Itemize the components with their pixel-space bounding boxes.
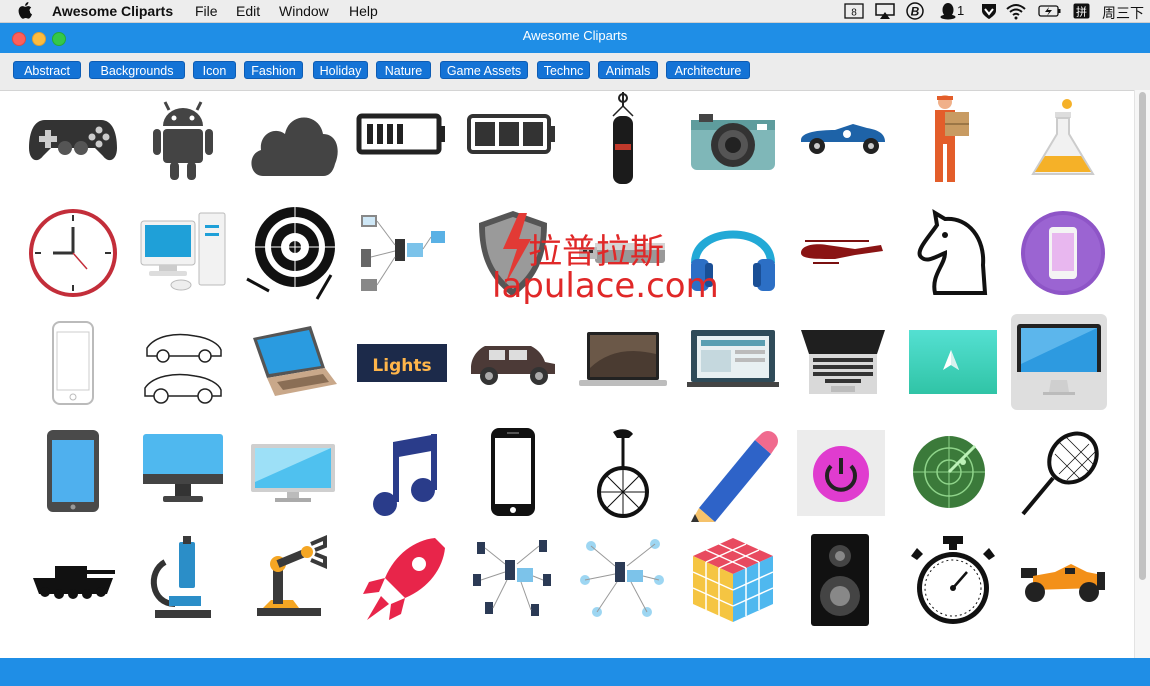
paper-plane-icon[interactable]: [905, 318, 1001, 414]
laptop-icon[interactable]: [245, 318, 341, 414]
cars-sketch-icon[interactable]: [135, 318, 231, 414]
input-method-label: 拼: [1076, 5, 1087, 19]
scrollbar-thumb[interactable]: [1139, 92, 1146, 580]
watermark-url-text: lapulace.com: [492, 266, 719, 306]
battery-low-icon[interactable]: [355, 90, 451, 186]
tank-icon[interactable]: [25, 534, 121, 630]
category-holiday[interactable]: Holiday: [313, 61, 368, 79]
window-title: Awesome Cliparts: [522, 28, 628, 43]
tennis-racket-icon[interactable]: [1015, 428, 1111, 524]
battery-high-icon[interactable]: [465, 90, 561, 186]
punching-bag-icon[interactable]: [575, 90, 671, 186]
clipart-grid: Lights 拉普拉斯 lapulace.com: [0, 90, 1134, 658]
chess-knight-icon[interactable]: [905, 205, 1001, 301]
file-menu[interactable]: File: [195, 3, 218, 19]
gamepad-icon[interactable]: [25, 90, 121, 186]
radar-icon[interactable]: [905, 428, 1001, 524]
airplay-icon[interactable]: [874, 2, 896, 20]
status-number: 8: [851, 8, 857, 19]
macbook-icon[interactable]: [575, 318, 671, 414]
input-method-icon[interactable]: 拼: [1073, 3, 1090, 21]
help-menu[interactable]: Help: [349, 3, 378, 19]
phone-circle-icon[interactable]: [1015, 205, 1111, 301]
vpn-shield-icon[interactable]: [980, 2, 998, 20]
clock-icon[interactable]: [25, 205, 121, 301]
laptop-keyboard-icon[interactable]: [795, 318, 891, 414]
category-fashion[interactable]: Fashion: [244, 61, 303, 79]
smartphone-outline-icon[interactable]: [25, 318, 121, 414]
formula-car-icon[interactable]: [1015, 534, 1111, 630]
rocket-icon[interactable]: [355, 534, 451, 630]
stopwatch-icon[interactable]: [905, 534, 1001, 630]
desktop-computer-icon[interactable]: [135, 205, 231, 301]
category-architecture[interactable]: Architecture: [666, 61, 750, 79]
window-title-bar: Awesome Cliparts: [0, 23, 1150, 53]
calendar-badge-icon[interactable]: 8: [844, 3, 864, 21]
unicycle-icon[interactable]: [575, 428, 671, 524]
widescreen-monitor-icon[interactable]: [245, 428, 341, 524]
vertical-scrollbar[interactable]: [1134, 90, 1150, 658]
lights-sign-icon[interactable]: Lights: [355, 318, 451, 414]
android-icon[interactable]: [135, 90, 231, 186]
menu-bar: Awesome Cliparts File Edit Window Help 8…: [0, 0, 1150, 41]
server-network-icon[interactable]: [465, 534, 561, 630]
race-car-icon[interactable]: [795, 90, 891, 186]
footer-bar: [0, 658, 1150, 686]
category-game-assets[interactable]: Game Assets: [440, 61, 528, 79]
iphone-icon[interactable]: [465, 428, 561, 524]
edit-menu[interactable]: Edit: [236, 3, 260, 19]
qq-icon[interactable]: [940, 2, 956, 20]
power-button-icon[interactable]: [795, 428, 891, 524]
tablet-icon[interactable]: [25, 428, 121, 524]
category-icon[interactable]: Icon: [193, 61, 236, 79]
microscope-icon[interactable]: [135, 534, 231, 630]
b-app-icon[interactable]: B: [906, 2, 924, 20]
flask-icon[interactable]: [1015, 90, 1111, 186]
music-note-icon[interactable]: [355, 428, 451, 524]
helicopter-icon[interactable]: [795, 205, 891, 301]
lights-sign-text: Lights: [372, 356, 431, 376]
imac-icon[interactable]: [1011, 314, 1107, 410]
delivery-man-icon[interactable]: [905, 90, 1001, 186]
apple-menu-icon[interactable]: [18, 1, 32, 22]
battery-icon[interactable]: [1038, 2, 1062, 20]
robot-arm-icon[interactable]: [245, 534, 341, 630]
cloud-icon[interactable]: [245, 90, 341, 186]
app-menu[interactable]: Awesome Cliparts: [52, 3, 173, 19]
window-menu[interactable]: Window: [279, 3, 329, 19]
category-abstract[interactable]: Abstract: [13, 61, 81, 79]
category-animals[interactable]: Animals: [598, 61, 658, 79]
cloud-network-icon[interactable]: [575, 534, 671, 630]
category-techno[interactable]: Technc: [537, 61, 590, 79]
vintage-car-icon[interactable]: [465, 318, 561, 414]
category-nature[interactable]: Nature: [376, 61, 431, 79]
rubiks-cube-icon[interactable]: [685, 534, 781, 630]
svg-text:B: B: [911, 5, 920, 19]
speaker-icon[interactable]: [795, 534, 891, 630]
laptop-screen-icon[interactable]: [685, 318, 781, 414]
category-toolbar: Abstract Backgrounds Icon Fashion Holida…: [0, 53, 1150, 91]
camera-icon[interactable]: [685, 90, 781, 186]
network-diagram-icon[interactable]: [355, 205, 451, 301]
dartboard-icon[interactable]: [245, 205, 341, 301]
monitor-icon[interactable]: [135, 428, 231, 524]
qq-count: 1: [957, 3, 965, 18]
pencil-icon[interactable]: [685, 428, 781, 524]
category-backgrounds[interactable]: Backgrounds: [89, 61, 185, 79]
wifi-icon[interactable]: [1005, 2, 1027, 20]
